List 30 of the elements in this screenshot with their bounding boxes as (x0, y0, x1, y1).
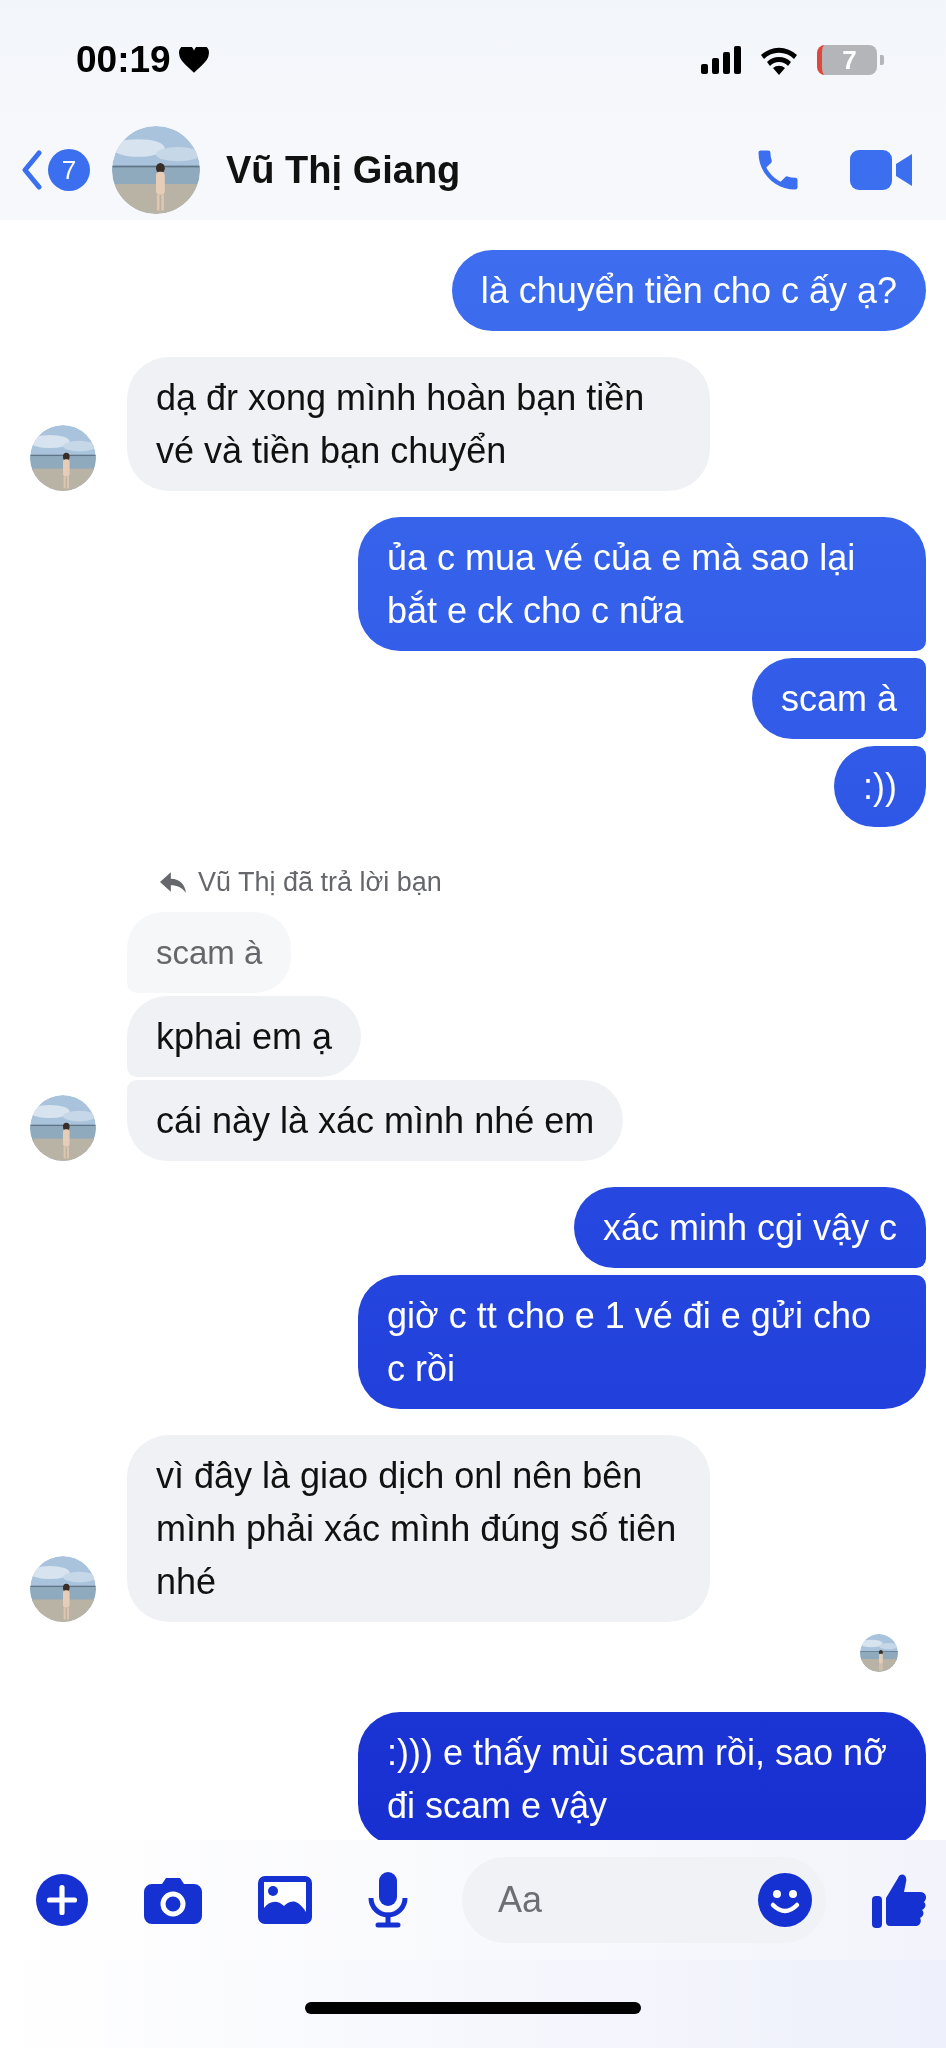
message-bubble[interactable]: cái này là xác mình nhé em (127, 1080, 624, 1161)
reply-note: Vũ Thị đã trả lời bạn (198, 867, 442, 898)
message-bubble[interactable]: scam à (751, 658, 926, 739)
camera-icon[interactable] (144, 1876, 202, 1924)
add-icon[interactable] (36, 1874, 88, 1926)
battery-level: 7 (842, 44, 857, 76)
message-bubble[interactable]: kphai em ạ (127, 996, 362, 1077)
message-bubble[interactable]: vì đây là giao dịch onl nên bên mình phải xác mình đúng số tiên nhé (127, 1435, 710, 1622)
message-bubble[interactable]: :)) (834, 746, 926, 827)
message-bubble[interactable]: là chuyển tiền cho c ấy ạ? (451, 250, 926, 331)
thumbs-up-icon[interactable] (872, 1872, 926, 1928)
clock-time: 00:19 (76, 39, 171, 81)
message-bubble[interactable]: ủa c mua vé của e mà sao lại bắt e ck cho c nữa (358, 517, 926, 651)
microphone-icon[interactable] (368, 1872, 408, 1928)
wifi-icon (759, 45, 799, 75)
quoted-message[interactable]: scam à (127, 912, 292, 993)
unread-badge[interactable]: 7 (48, 149, 90, 191)
signal-icon (701, 46, 741, 74)
message-bubble[interactable]: giờ c tt cho e 1 vé đi e gửi cho c rồi (358, 1275, 926, 1409)
message-bubble[interactable]: dạ đr xong mình hoàn bạn tiền vé và tiền bạn chuyển (127, 357, 710, 491)
message-input-field[interactable]: Aa (462, 1857, 826, 1943)
heart-icon (178, 46, 209, 74)
back-icon[interactable] (22, 150, 42, 190)
message-bubble[interactable]: xác minh cgi vậy c (573, 1187, 926, 1268)
image-icon[interactable] (258, 1876, 312, 1924)
message-bubble[interactable]: :))) e thấy mùi scam rồi, sao nỡ đi scam e vậy (358, 1712, 926, 1840)
contact-name[interactable]: Vũ Thị Giang (226, 148, 461, 192)
reply-arrow-icon (160, 871, 186, 894)
emoji-icon[interactable] (758, 1873, 812, 1927)
video-camera-icon[interactable] (850, 148, 914, 192)
